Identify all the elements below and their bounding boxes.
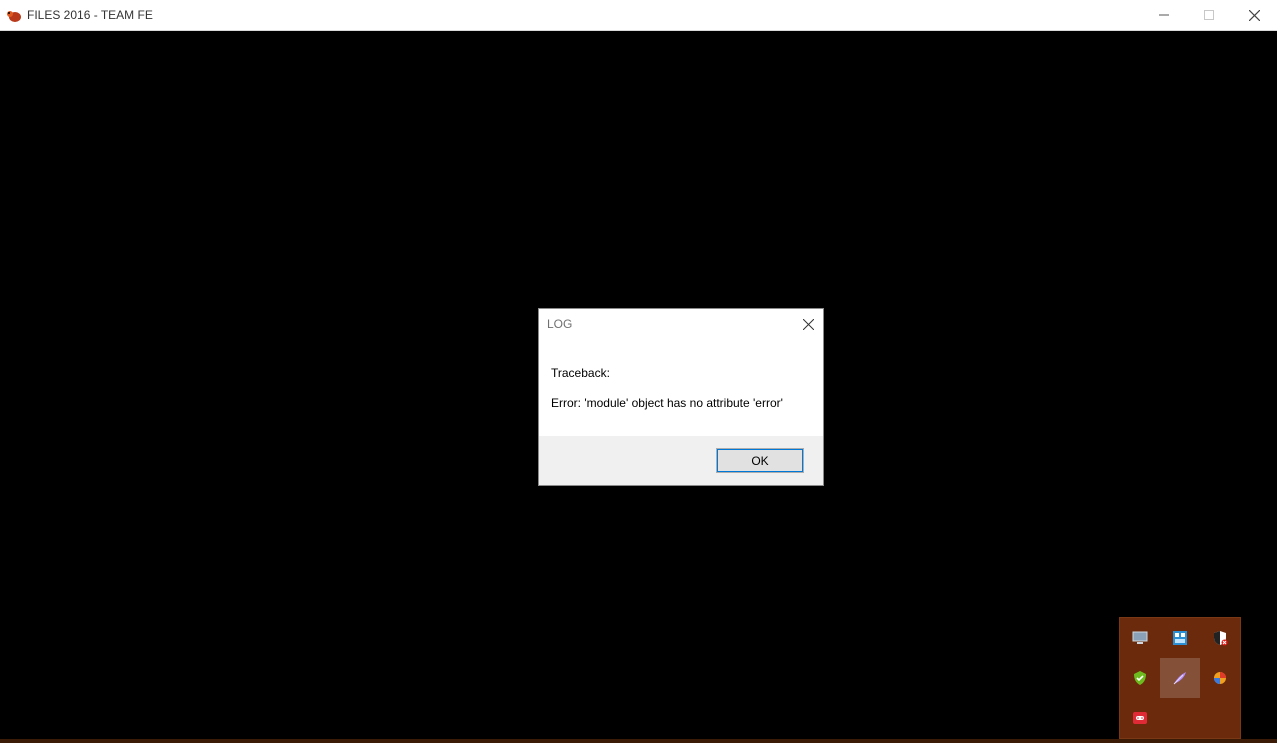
maximize-button[interactable] <box>1186 0 1231 30</box>
window-title: FILES 2016 - TEAM FE <box>27 8 153 22</box>
traceback-label: Traceback: <box>551 366 610 380</box>
error-message: Error: 'module' object has no attribute … <box>551 396 783 410</box>
ok-button[interactable]: OK <box>716 448 804 473</box>
dialog-footer: OK <box>539 436 823 485</box>
tray-item-feather[interactable] <box>1160 658 1200 698</box>
dialog-close-button[interactable] <box>797 313 819 335</box>
display-icon <box>1132 631 1148 644</box>
minimize-button[interactable] <box>1141 0 1186 30</box>
close-button[interactable] <box>1232 0 1277 30</box>
close-icon <box>802 318 814 330</box>
tray-item-display[interactable] <box>1120 618 1160 658</box>
tray-item-gamepad[interactable] <box>1120 698 1160 738</box>
security-shield-icon <box>1214 631 1228 646</box>
tray-item-app[interactable] <box>1200 658 1240 698</box>
maximize-icon <box>1203 10 1214 20</box>
app-icon <box>1214 672 1226 684</box>
taskbar-edge <box>0 739 1277 743</box>
network-icon <box>1173 631 1187 645</box>
tray-overflow-panel <box>1119 617 1241 739</box>
tray-item-network[interactable] <box>1160 618 1200 658</box>
tray-item-security[interactable] <box>1200 618 1240 658</box>
app-icon <box>7 11 21 22</box>
minimize-icon <box>1158 14 1169 16</box>
gamepad-icon <box>1133 712 1147 724</box>
feather-icon <box>1173 672 1186 685</box>
close-icon <box>1249 9 1260 21</box>
tray-item-shield[interactable] <box>1120 658 1160 698</box>
window-titlebar: FILES 2016 - TEAM FE <box>0 0 1277 31</box>
log-dialog: LOG Traceback: Error: 'module' object ha… <box>538 308 824 486</box>
shield-check-icon <box>1134 671 1146 685</box>
dialog-title: LOG <box>547 317 573 331</box>
